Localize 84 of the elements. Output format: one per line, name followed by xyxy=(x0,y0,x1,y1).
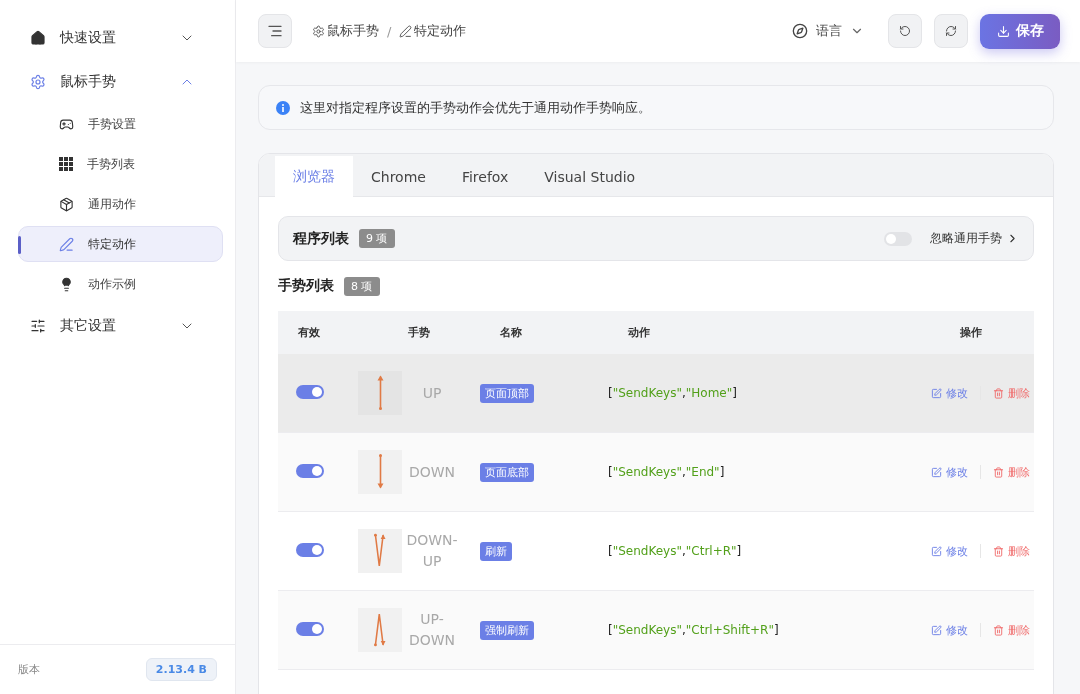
column-header: 操作 xyxy=(960,325,982,340)
compass-icon xyxy=(792,23,808,39)
version-badge: 2.13.4 B xyxy=(145,658,217,681)
download-icon xyxy=(996,24,1010,38)
package-icon xyxy=(59,196,74,212)
home-icon xyxy=(30,30,46,46)
grid-icon xyxy=(59,157,73,171)
name-tag: 页面底部 xyxy=(480,462,534,482)
gesture-name: UP-DOWN xyxy=(407,610,457,650)
column-header: 有效 xyxy=(297,325,320,340)
count-badge: 8 项 xyxy=(344,276,380,296)
tab[interactable]: Firefox xyxy=(443,156,527,197)
edit-link[interactable]: 修改 xyxy=(931,622,968,638)
menu-toggle-button[interactable] xyxy=(258,14,292,48)
gesture-name: UP xyxy=(421,383,443,403)
toggle-switch[interactable] xyxy=(296,542,324,557)
gamepad-icon xyxy=(59,116,74,132)
column-header: 动作 xyxy=(627,325,650,340)
gesture-stroke-icon xyxy=(376,454,384,490)
menu-icon xyxy=(267,23,283,39)
name-tag: 刷新 xyxy=(480,541,512,561)
edit-icon xyxy=(931,545,942,557)
section-title: 程序列表 xyxy=(293,229,349,248)
trash-icon xyxy=(993,624,1004,636)
ignore-general-link[interactable]: 忽略通用手势 xyxy=(930,230,1019,247)
sidebar-item[interactable]: 手势设置 xyxy=(18,106,223,142)
edit-link[interactable]: 修改 xyxy=(931,464,968,480)
action-code: ["SendKeys","Ctrl+Shift+R"] xyxy=(608,623,780,637)
toggle-switch[interactable] xyxy=(884,231,912,246)
column-header: 名称 xyxy=(499,325,522,340)
count-badge: 9 项 xyxy=(359,229,395,248)
breadcrumb-link[interactable]: 特定动作 xyxy=(414,22,467,40)
toggle-switch[interactable] xyxy=(296,463,324,478)
action-code: ["SendKeys","Ctrl+R"] xyxy=(608,544,743,558)
trash-icon xyxy=(993,545,1004,557)
action-code: ["SendKeys","End"] xyxy=(608,465,726,479)
language-selector[interactable]: 语言 xyxy=(786,21,870,41)
breadcrumb-link[interactable]: 鼠标手势 xyxy=(327,22,379,40)
gear-icon xyxy=(312,24,325,38)
name-tag: 页面顶部 xyxy=(480,383,534,403)
gesture-name: DOWN-UP xyxy=(405,531,459,571)
trash-icon xyxy=(993,387,1004,399)
sidebar-item[interactable]: 手势列表 xyxy=(18,146,223,182)
sliders-icon xyxy=(30,318,46,334)
column-header: 手势 xyxy=(408,325,430,340)
toggle-switch[interactable] xyxy=(296,621,324,636)
sidebar-group[interactable]: 其它设置 xyxy=(18,304,223,348)
info-icon xyxy=(276,100,290,115)
sidebar-group[interactable]: 鼠标手势 xyxy=(18,60,223,104)
gear-icon xyxy=(30,74,46,90)
refresh-button[interactable] xyxy=(934,14,968,48)
tab[interactable]: Visual Studio xyxy=(526,156,654,197)
save-button[interactable]: 保存 xyxy=(980,13,1060,49)
trash-icon xyxy=(993,466,1004,478)
name-tag: 强制刷新 xyxy=(480,620,534,640)
breadcrumb-separator: / xyxy=(387,23,392,39)
table-row[interactable]: UP-DOWN 强制刷新 ["SendKeys","Ctrl+Shift+R"] 修改 删除 xyxy=(278,591,1034,670)
tab[interactable]: Chrome xyxy=(353,156,444,197)
section-title: 手势列表 xyxy=(278,277,334,295)
edit-icon xyxy=(931,387,942,399)
edit-icon xyxy=(931,624,942,636)
sidebar-group[interactable]: 快速设置 xyxy=(18,16,223,60)
gesture-name: DOWN xyxy=(407,462,457,482)
undo-icon xyxy=(899,25,911,37)
pen-icon xyxy=(59,236,74,252)
table-row[interactable]: UP 页面顶部 ["SendKeys","Home"] 修改 删除 xyxy=(278,354,1034,433)
sidebar-item[interactable]: 动作示例 xyxy=(18,266,223,302)
gesture-stroke-icon xyxy=(374,533,386,569)
refresh-icon xyxy=(945,25,957,37)
edit-link[interactable]: 修改 xyxy=(931,543,968,559)
gesture-stroke-icon xyxy=(376,375,384,411)
toggle-switch[interactable] xyxy=(296,384,324,399)
undo-button[interactable] xyxy=(888,14,922,48)
sidebar-item[interactable]: 通用动作 xyxy=(18,186,223,222)
edit-icon xyxy=(931,466,942,478)
table-row[interactable]: DOWN 页面底部 ["SendKeys","End"] 修改 删除 xyxy=(278,433,1034,512)
version-label: 版本 xyxy=(18,662,40,677)
tab[interactable]: 浏览器 xyxy=(275,156,353,197)
pen-icon xyxy=(399,24,413,38)
action-code: ["SendKeys","Home"] xyxy=(608,386,738,400)
info-text: 这里对指定程序设置的手势动作会优先于通用动作手势响应。 xyxy=(300,98,651,117)
lightbulb-icon xyxy=(59,276,74,292)
gesture-stroke-icon xyxy=(374,612,386,648)
sidebar-item[interactable]: 特定动作 xyxy=(18,226,223,262)
